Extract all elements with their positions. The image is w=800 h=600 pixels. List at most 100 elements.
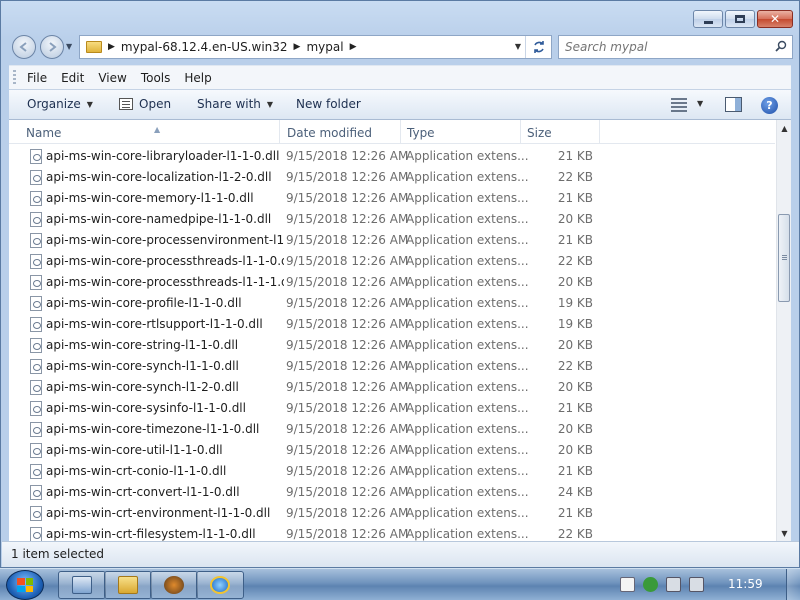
action-center-icon[interactable] [643, 577, 658, 592]
file-list: ▲ Name Date modified Type Size api-ms-wi… [9, 120, 791, 541]
file-type: Application extens... [406, 212, 529, 226]
dll-file-icon [30, 443, 42, 458]
share-with-button[interactable]: Share with ▼ [197, 97, 273, 111]
show-desktop-button[interactable] [786, 569, 800, 600]
table-row[interactable]: api-ms-win-core-processthreads-l1-1-0.dl… [9, 251, 775, 272]
dll-file-icon [30, 380, 42, 395]
address-dropdown-icon[interactable]: ▼ [515, 42, 521, 51]
file-type: Application extens... [406, 380, 529, 394]
table-row[interactable]: api-ms-win-core-memory-l1-1-0.dll 9/15/20… [9, 188, 775, 209]
menu-view[interactable]: View [98, 71, 126, 85]
scroll-up-icon[interactable]: ▲ [777, 120, 792, 136]
table-row[interactable]: api-ms-win-core-libraryloader-l1-1-0.dll… [9, 146, 775, 167]
dll-file-icon [30, 527, 42, 541]
search-box[interactable] [558, 35, 793, 59]
scrollbar-thumb[interactable] [778, 214, 790, 302]
table-row[interactable]: api-ms-win-core-synch-l1-1-0.dll 9/15/201… [9, 356, 775, 377]
refresh-button[interactable] [525, 36, 551, 58]
change-view-icon[interactable] [671, 98, 687, 112]
recent-pages-dropdown[interactable]: ▼ [66, 42, 72, 51]
breadcrumb-separator-icon[interactable]: ▶ [108, 42, 115, 52]
minimize-icon [703, 20, 713, 24]
maximize-button[interactable] [725, 10, 755, 28]
breadcrumb-item[interactable]: mypal-68.12.4.en-US.win32 [121, 40, 288, 54]
open-label: Open [139, 97, 172, 111]
search-icon[interactable] [775, 40, 787, 52]
start-button[interactable] [6, 570, 44, 600]
file-name: api-ms-win-core-util-l1-1-0.dll [46, 443, 223, 457]
file-date-modified: 9/15/2018 12:26 AM [286, 527, 409, 541]
file-size: 20 KB [557, 422, 593, 436]
table-row[interactable]: api-ms-win-core-rtlsupport-l1-1-0.dll 9/1… [9, 314, 775, 335]
dll-file-icon [30, 212, 42, 227]
back-button[interactable] [12, 35, 36, 59]
vertical-scrollbar[interactable]: ▲ ▼ [776, 120, 791, 541]
network-icon[interactable] [666, 577, 681, 592]
file-date-modified: 9/15/2018 12:26 AM [286, 254, 409, 268]
column-header-name[interactable]: ▲ Name [17, 120, 280, 144]
table-row[interactable]: api-ms-win-core-localization-l1-2-0.dll 9… [9, 167, 775, 188]
preview-pane-icon[interactable] [725, 97, 742, 112]
close-icon: ✕ [769, 12, 781, 26]
column-header-date-modified[interactable]: Date modified [278, 120, 401, 144]
column-header-type[interactable]: Type [398, 120, 521, 144]
file-date-modified: 9/15/2018 12:26 AM [286, 359, 409, 373]
table-row[interactable]: api-ms-win-core-namedpipe-l1-1-0.dll 9/15… [9, 209, 775, 230]
table-row[interactable]: api-ms-win-core-sysinfo-l1-1-0.dll 9/15/2… [9, 398, 775, 419]
table-row[interactable]: api-ms-win-core-processenvironment-l1...… [9, 230, 775, 251]
scroll-down-icon[interactable]: ▼ [777, 525, 792, 541]
dll-file-icon [30, 338, 42, 353]
help-icon[interactable]: ? [761, 97, 778, 114]
menu-help[interactable]: Help [184, 71, 211, 85]
menu-file[interactable]: File [27, 71, 47, 85]
file-date-modified: 9/15/2018 12:26 AM [286, 401, 409, 415]
taskbar-internet-explorer-button[interactable] [196, 571, 244, 599]
breadcrumb-separator-icon[interactable]: ▶ [294, 42, 301, 52]
table-row[interactable]: api-ms-win-core-processthreads-l1-1-1.dl… [9, 272, 775, 293]
dll-file-icon [30, 359, 42, 374]
taskbar-explorer-button[interactable] [58, 571, 106, 599]
file-size: 22 KB [557, 527, 593, 541]
dll-file-icon [30, 422, 42, 437]
file-date-modified: 9/15/2018 12:26 AM [286, 317, 409, 331]
table-row[interactable]: api-ms-win-crt-environment-l1-1-0.dll 9/1… [9, 503, 775, 524]
file-date-modified: 9/15/2018 12:26 AM [286, 422, 409, 436]
view-options-dropdown-icon[interactable]: ▼ [697, 99, 703, 108]
file-type: Application extens... [406, 464, 529, 478]
minimize-button[interactable] [693, 10, 723, 28]
taskbar-folder-button[interactable] [104, 571, 152, 599]
table-row[interactable]: api-ms-win-core-timezone-l1-1-0.dll 9/15/… [9, 419, 775, 440]
clock[interactable]: 11:59 [728, 577, 763, 591]
organize-button[interactable]: Organize ▼ [27, 97, 93, 111]
file-type: Application extens... [406, 527, 529, 541]
column-header-size[interactable]: Size [518, 120, 600, 144]
file-name: api-ms-win-crt-conio-l1-1-0.dll [46, 464, 227, 478]
close-button[interactable]: ✕ [757, 10, 793, 28]
menu-edit[interactable]: Edit [61, 71, 84, 85]
new-folder-button[interactable]: New folder [296, 97, 361, 111]
table-row[interactable]: api-ms-win-crt-filesystem-l1-1-0.dll 9/15… [9, 524, 775, 541]
breadcrumb-item[interactable]: mypal [306, 40, 343, 54]
table-row[interactable]: api-ms-win-crt-convert-l1-1-0.dll 9/15/20… [9, 482, 775, 503]
notes-icon[interactable] [620, 577, 635, 592]
file-date-modified: 9/15/2018 12:26 AM [286, 506, 409, 520]
open-button[interactable]: Open [119, 97, 171, 111]
breadcrumb-separator-icon[interactable]: ▶ [350, 42, 357, 52]
table-row[interactable]: api-ms-win-core-util-l1-1-0.dll 9/15/2018… [9, 440, 775, 461]
table-row[interactable]: api-ms-win-core-string-l1-1-0.dll 9/15/20… [9, 335, 775, 356]
address-bar[interactable]: ▶ mypal-68.12.4.en-US.win32 ▶ mypal ▶ ▼ [79, 35, 552, 59]
table-row[interactable]: api-ms-win-crt-conio-l1-1-0.dll 9/15/2018… [9, 461, 775, 482]
menu-tools[interactable]: Tools [141, 71, 171, 85]
refresh-icon [533, 41, 544, 53]
forward-button[interactable] [40, 35, 64, 59]
file-size: 22 KB [557, 254, 593, 268]
search-input[interactable] [565, 40, 765, 54]
file-name: api-ms-win-core-localization-l1-2-0.dll [46, 170, 272, 184]
table-row[interactable]: api-ms-win-core-profile-l1-1-0.dll 9/15/2… [9, 293, 775, 314]
volume-muted-icon[interactable] [689, 577, 704, 592]
column-header-label: Size [527, 126, 552, 140]
dll-file-icon [30, 401, 42, 416]
table-row[interactable]: api-ms-win-core-synch-l1-2-0.dll 9/15/201… [9, 377, 775, 398]
taskbar-mypal-button[interactable] [150, 571, 198, 599]
file-type: Application extens... [406, 422, 529, 436]
